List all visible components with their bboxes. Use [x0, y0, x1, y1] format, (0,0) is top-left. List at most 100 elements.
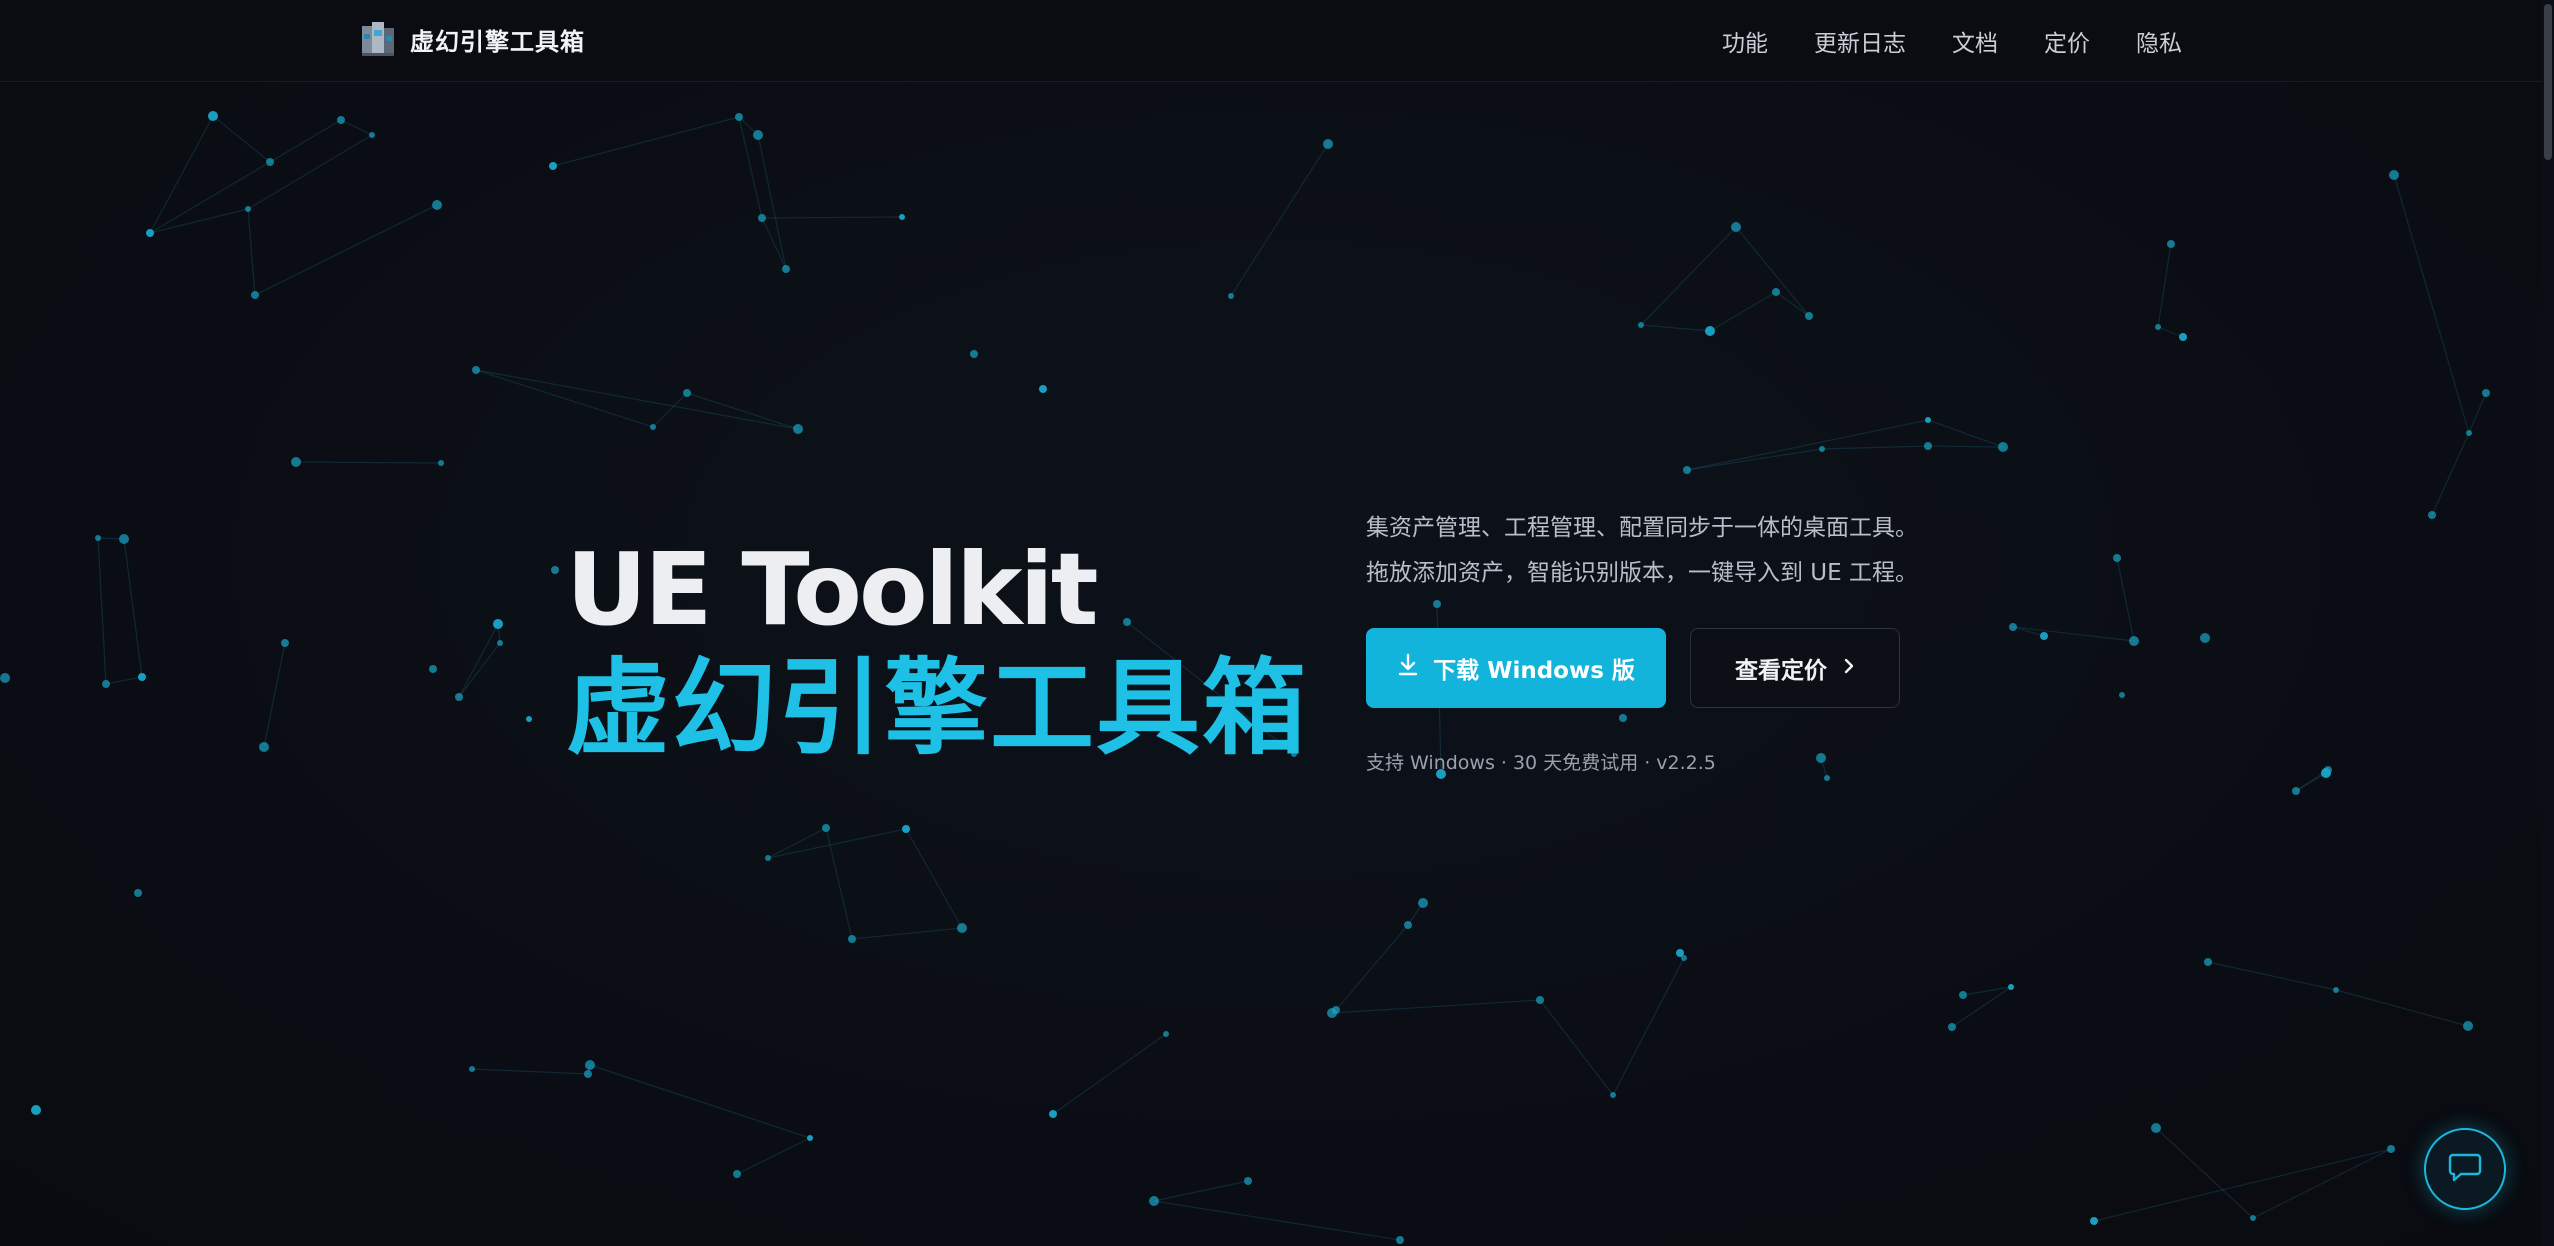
network-line	[123, 538, 143, 678]
network-line	[2335, 989, 2469, 1027]
hero-title-chinese: 虚幻引擎工具箱	[566, 647, 1309, 769]
network-line	[458, 623, 499, 698]
chevron-right-icon	[1843, 655, 1855, 681]
network-node	[2466, 430, 2472, 436]
network-node	[735, 113, 743, 121]
brand-link[interactable]: 虚幻引擎工具箱	[360, 20, 585, 58]
network-line	[2093, 1148, 2392, 1222]
network-node	[208, 111, 218, 121]
scrollbar-thumb[interactable]	[2544, 4, 2552, 160]
network-node	[0, 673, 10, 683]
network-node	[683, 389, 691, 397]
chat-bubble-icon	[2448, 1151, 2482, 1187]
network-line	[761, 217, 787, 270]
hero-description-line-1: 集资产管理、工程管理、配置同步于一体的桌面工具。	[1366, 515, 1918, 541]
nav-item-pricing[interactable]: 定价	[2021, 24, 2113, 58]
network-line	[2157, 326, 2184, 338]
network-node	[493, 619, 503, 629]
view-pricing-button[interactable]: 查看定价	[1690, 628, 1900, 708]
page: 虚幻引擎工具箱 功能 更新日志 文档 定价 隐私 UE Toolkit 虚幻引擎…	[0, 0, 2554, 1246]
network-node	[1228, 293, 1234, 299]
network-node	[1681, 955, 1687, 961]
network-line	[269, 119, 342, 163]
network-line	[295, 461, 442, 464]
network-node	[455, 693, 463, 701]
network-node	[1610, 1092, 1616, 1098]
nav-item-privacy[interactable]: 隐私	[2113, 24, 2182, 58]
network-line	[2157, 243, 2172, 328]
network-node	[1149, 1196, 1159, 1206]
network-line	[1335, 924, 1409, 1011]
network-line	[736, 1137, 811, 1175]
network-node	[1638, 322, 1644, 328]
network-node	[2387, 1145, 2395, 1153]
network-node	[2155, 324, 2161, 330]
network-line	[652, 392, 688, 428]
network-node	[1959, 991, 1967, 999]
network-line	[471, 1068, 589, 1075]
network-line	[1153, 1180, 1249, 1202]
network-line	[247, 208, 256, 296]
network-node	[1039, 385, 1047, 393]
network-node	[95, 535, 101, 541]
network-line	[2155, 1127, 2254, 1219]
network-node	[1332, 1006, 1340, 1014]
network-node	[2009, 623, 2017, 631]
network-node	[259, 742, 269, 752]
network-line	[149, 161, 271, 234]
network-node	[251, 291, 259, 299]
top-navigation-bar: 虚幻引擎工具箱 功能 更新日志 文档 定价 隐私	[0, 0, 2554, 82]
network-node	[1924, 442, 1932, 450]
network-node	[650, 424, 656, 430]
network-line	[149, 208, 249, 234]
download-windows-button[interactable]: 下载 Windows 版	[1366, 628, 1666, 708]
network-line	[254, 204, 438, 296]
network-node	[1536, 996, 1544, 1004]
network-node	[1404, 921, 1412, 929]
network-node	[432, 200, 442, 210]
network-line	[2468, 392, 2487, 434]
network-node	[1163, 1031, 1169, 1037]
network-node	[1049, 1110, 1057, 1118]
network-line	[757, 134, 787, 270]
network-node	[2482, 389, 2490, 397]
network-node	[102, 680, 110, 688]
network-line	[2431, 432, 2470, 516]
network-line	[97, 537, 107, 685]
network-node	[2040, 632, 2048, 640]
nav-item-docs[interactable]: 文档	[1929, 24, 2021, 58]
nav-item-changelog[interactable]: 更新日志	[1791, 24, 1929, 58]
network-node	[146, 229, 154, 237]
network-node	[2119, 692, 2125, 698]
download-windows-label: 下载 Windows 版	[1433, 658, 1635, 684]
network-line	[2012, 626, 2135, 642]
network-node	[369, 132, 375, 138]
nav-item-features[interactable]: 功能	[1699, 24, 1791, 58]
network-node	[1418, 898, 1428, 908]
network-line	[2116, 557, 2135, 642]
network-node	[2113, 554, 2121, 562]
scrollbar[interactable]	[2542, 0, 2554, 1246]
download-icon	[1397, 653, 1419, 683]
network-line	[2207, 961, 2337, 991]
network-node	[526, 716, 532, 722]
network-line	[767, 827, 827, 859]
network-line	[1331, 999, 1541, 1014]
network-line	[105, 676, 143, 685]
network-line	[589, 1064, 811, 1139]
network-node	[1323, 139, 1333, 149]
network-line	[1640, 324, 1711, 332]
chat-support-button[interactable]	[2424, 1128, 2506, 1210]
network-line	[1539, 999, 1614, 1096]
network-line	[475, 369, 799, 430]
network-node	[2324, 766, 2332, 774]
cube-tower-icon	[360, 20, 396, 58]
cta-row: 下载 Windows 版 查看定价	[1366, 628, 1918, 708]
network-node	[899, 214, 905, 220]
network-line	[1230, 143, 1329, 297]
network-node	[957, 923, 967, 933]
hero-title: UE Toolkit 虚幻引擎工具箱	[566, 540, 1309, 769]
network-node	[782, 265, 790, 273]
network-node	[1998, 442, 2008, 452]
network-node	[1819, 446, 1825, 452]
